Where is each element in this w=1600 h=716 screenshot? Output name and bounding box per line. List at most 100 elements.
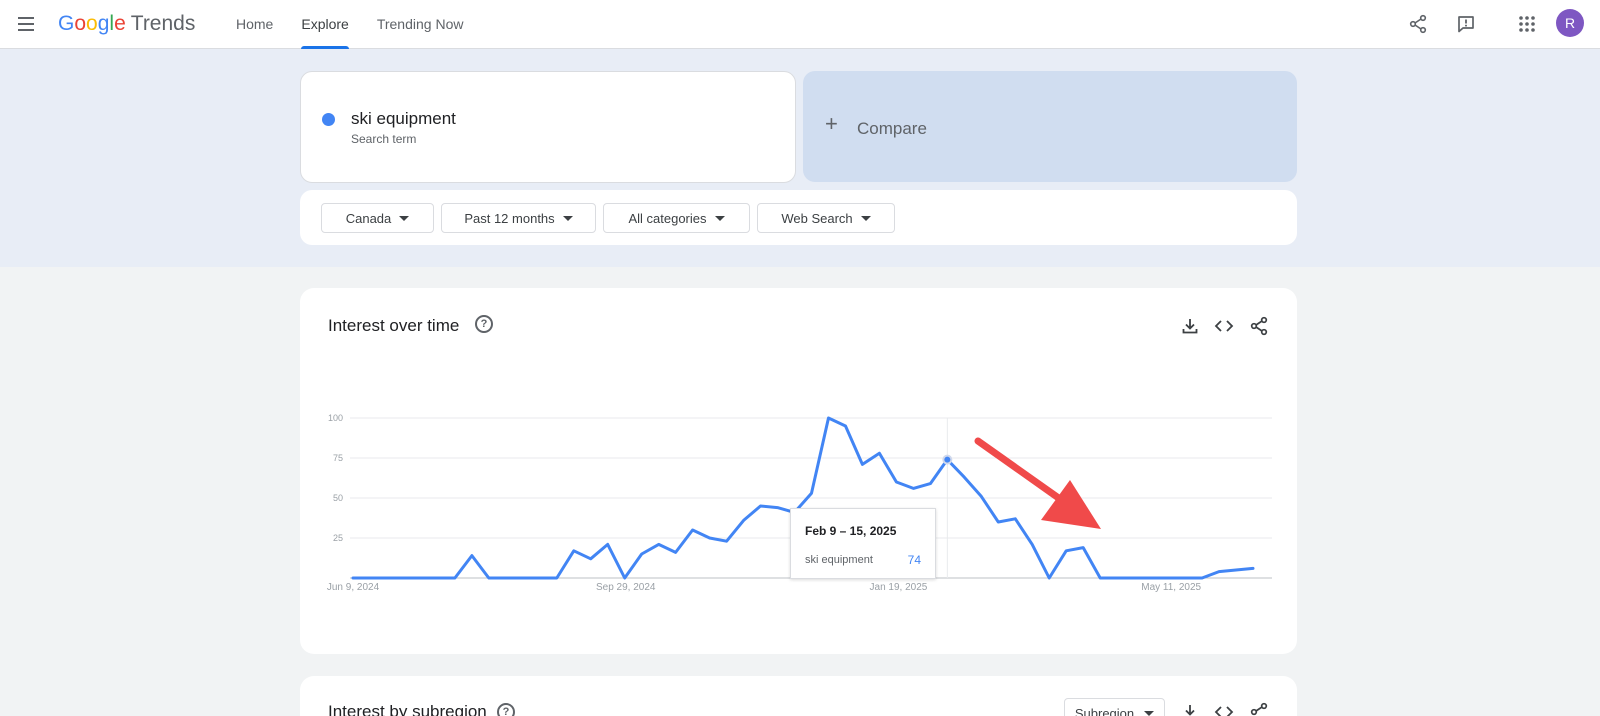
help-icon[interactable]: ? (497, 703, 515, 716)
data-point[interactable] (1029, 541, 1035, 547)
data-point[interactable] (741, 517, 747, 523)
interest-by-subregion-card: Interest by subregion ? Subregion (300, 676, 1297, 716)
dropdown-caret-icon (714, 215, 725, 221)
subregion-select-label: Subregion (1074, 705, 1135, 716)
data-point[interactable] (571, 548, 577, 554)
nav-home[interactable]: Home (222, 0, 287, 49)
data-point[interactable] (690, 527, 696, 533)
download-icon[interactable] (1178, 700, 1202, 716)
data-point[interactable] (1097, 575, 1103, 581)
data-point[interactable] (1131, 575, 1137, 581)
data-point[interactable] (469, 553, 475, 559)
apps-icon[interactable] (1513, 10, 1541, 38)
embed-code-icon[interactable] (1212, 700, 1236, 716)
data-point[interactable] (1012, 516, 1018, 522)
logo-trends-text: Trends (130, 12, 196, 35)
data-point[interactable] (656, 541, 662, 547)
data-point[interactable] (893, 479, 899, 485)
data-point[interactable] (1165, 575, 1171, 581)
data-point[interactable] (1182, 575, 1188, 581)
y-tick-label: 50 (333, 493, 343, 503)
interest-over-time-card: Interest over time ? 25 50 75 100 Jun 9, 202… (300, 288, 1297, 654)
data-point[interactable] (1114, 575, 1120, 581)
share-icon[interactable] (1404, 10, 1432, 38)
filter-search-type[interactable]: Web Search (757, 203, 895, 233)
data-point[interactable] (1080, 545, 1086, 551)
data-point[interactable] (808, 490, 814, 496)
data-point[interactable] (825, 415, 831, 421)
x-tick-label: Jun 9, 2024 (327, 582, 380, 593)
data-point[interactable] (1046, 575, 1052, 581)
data-point[interactable] (418, 575, 424, 581)
interest-over-time-chart[interactable]: 25 50 75 100 Jun 9, 2024 Sep 29, 2024 Jan 19, … (300, 288, 1297, 654)
filter-search-type-label: Web Search (781, 210, 853, 226)
data-point[interactable] (927, 481, 933, 487)
y-tick-label: 100 (328, 413, 343, 423)
tooltip-value: 74 (907, 553, 921, 567)
x-tick-label: Sep 29, 2024 (596, 582, 656, 593)
google-trends-logo[interactable]: Google Trends (58, 11, 195, 37)
data-point[interactable] (554, 575, 560, 581)
logo-letter: e (114, 12, 126, 35)
data-point[interactable] (859, 461, 865, 467)
data-point[interactable] (401, 575, 407, 581)
logo-letter: g (97, 12, 110, 35)
interest-by-subregion-title: Interest by subregion (328, 702, 487, 716)
data-point[interactable] (520, 575, 526, 581)
data-point[interactable] (1063, 548, 1069, 554)
data-point[interactable] (452, 575, 458, 581)
data-point[interactable] (622, 575, 628, 581)
data-point[interactable] (775, 505, 781, 511)
data-point[interactable] (503, 575, 509, 581)
x-tick-label: May 11, 2025 (1141, 582, 1201, 593)
subregion-select[interactable]: Subregion (1064, 698, 1165, 716)
data-point[interactable] (707, 535, 713, 541)
data-point[interactable] (588, 556, 594, 562)
dropdown-caret-icon (399, 215, 410, 221)
compare-button[interactable]: + Compare (803, 71, 1297, 182)
filter-category-label: All categories (628, 210, 707, 226)
chart-tooltip: Feb 9 – 15, 2025 ski equipment 74 (790, 508, 936, 579)
data-point[interactable] (1148, 575, 1154, 581)
filter-time-range[interactable]: Past 12 months (441, 203, 596, 233)
data-point[interactable] (758, 503, 764, 509)
data-point[interactable] (350, 575, 356, 581)
plus-icon: + (825, 111, 838, 136)
search-term-name[interactable]: ski equipment (351, 109, 456, 129)
data-point[interactable] (842, 423, 848, 429)
menu-icon[interactable] (14, 12, 38, 36)
data-point[interactable] (486, 575, 492, 581)
data-point[interactable] (876, 450, 882, 456)
data-point[interactable] (910, 485, 916, 491)
data-point[interactable] (1250, 565, 1256, 571)
data-point[interactable] (384, 575, 390, 581)
data-point[interactable] (724, 538, 730, 544)
data-point[interactable] (1216, 569, 1222, 575)
data-point[interactable] (1199, 575, 1205, 581)
filter-category[interactable]: All categories (603, 203, 750, 233)
logo-letter: o (74, 12, 87, 35)
data-point[interactable] (639, 551, 645, 557)
data-point[interactable] (978, 493, 984, 499)
nav-explore[interactable]: Explore (287, 0, 362, 49)
data-point[interactable] (537, 575, 543, 581)
logo-letter: o (86, 12, 98, 35)
data-point[interactable] (995, 519, 1001, 525)
share-chart-icon[interactable] (1247, 700, 1271, 716)
data-point[interactable] (1233, 567, 1239, 573)
logo-letter: G (58, 12, 75, 35)
y-tick-label: 25 (333, 533, 343, 543)
filter-region[interactable]: Canada (321, 203, 434, 233)
data-point[interactable] (435, 575, 441, 581)
account-avatar[interactable]: R (1556, 9, 1584, 37)
data-point[interactable] (605, 541, 611, 547)
search-term-card[interactable]: ski equipment Search term (300, 71, 796, 183)
data-point[interactable] (367, 575, 373, 581)
tooltip-term: ski equipment (805, 554, 873, 566)
filter-region-label: Canada (345, 210, 392, 226)
feedback-icon[interactable] (1452, 10, 1480, 38)
data-point[interactable] (961, 474, 967, 480)
top-app-bar: Google Trends Home Explore Trending Now R (0, 0, 1600, 49)
data-point[interactable] (673, 549, 679, 555)
nav-trending-now[interactable]: Trending Now (363, 0, 478, 49)
